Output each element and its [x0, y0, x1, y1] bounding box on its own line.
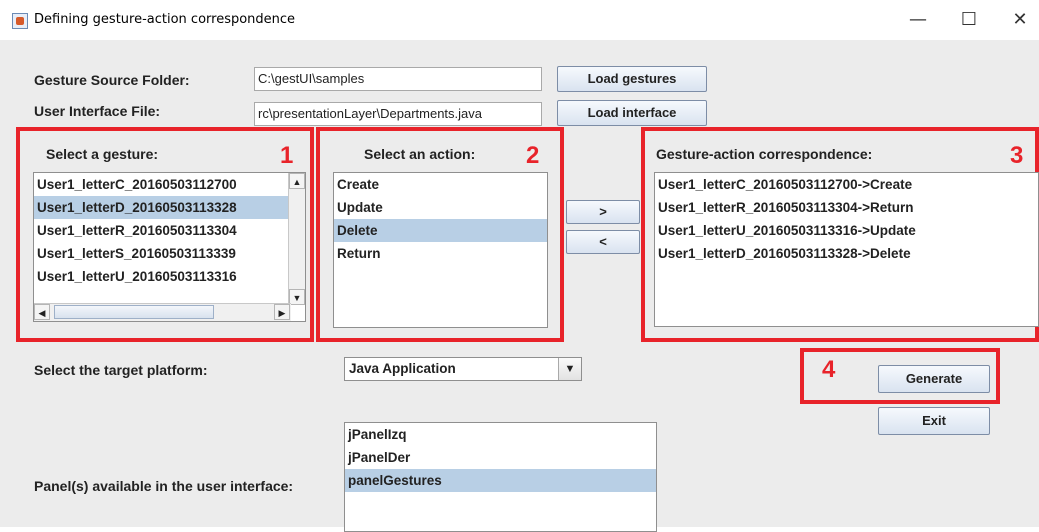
action-items: Create Update Delete Return — [334, 173, 547, 265]
callout-4: 4 — [822, 356, 836, 383]
gesture-list-item[interactable]: User1_letterC_20160503112700 — [34, 173, 290, 196]
action-list-item[interactable]: Update — [334, 196, 547, 219]
callout-3: 3 — [1010, 142, 1024, 169]
ui-file-field[interactable]: rc\presentationLayer\Departments.java — [254, 102, 542, 126]
action-list-title: Select an action: — [364, 146, 476, 162]
java-app-icon — [12, 13, 28, 29]
minimize-button[interactable]: — — [903, 6, 933, 34]
panel-list-item[interactable]: jPanelDer — [345, 446, 656, 469]
window-title: Defining gesture-action correspondence — [34, 12, 296, 27]
correspondence-list-item[interactable]: User1_letterC_20160503112700->Create — [655, 173, 1038, 196]
add-correspondence-button[interactable]: > — [566, 200, 640, 224]
panel-items: jPanelIzq jPanelDer panelGestures — [345, 423, 656, 492]
correspondence-list-item[interactable]: User1_letterU_20160503113316->Update — [655, 219, 1038, 242]
action-list-item[interactable]: Delete — [334, 219, 547, 242]
gesture-list-item[interactable]: User1_letterS_20160503113339 — [34, 242, 290, 265]
gesture-items: User1_letterC_20160503112700 User1_letter… — [34, 173, 305, 288]
callout-1: 1 — [280, 142, 294, 169]
panel-list-item[interactable]: panelGestures — [345, 469, 656, 492]
panels-list[interactable]: jPanelIzq jPanelDer panelGestures — [344, 422, 657, 532]
target-platform-value: Java Application — [349, 361, 456, 376]
callout-2: 2 — [526, 142, 540, 169]
correspondence-list-title: Gesture-action correspondence: — [656, 146, 873, 162]
correspondence-items: User1_letterC_20160503112700->Create User… — [655, 173, 1038, 265]
correspondence-list-item[interactable]: User1_letterD_20160503113328->Delete — [655, 242, 1038, 265]
gesture-list[interactable]: User1_letterC_20160503112700 User1_letter… — [33, 172, 306, 322]
gesture-horizontal-scrollbar[interactable]: ◀ ▶ — [34, 303, 291, 321]
load-gestures-button[interactable]: Load gestures — [557, 66, 707, 92]
target-platform-select[interactable]: Java Application ▼ — [344, 357, 582, 381]
load-interface-button[interactable]: Load interface — [557, 100, 707, 126]
title-bar: Defining gesture-action correspondence —… — [0, 0, 1039, 40]
source-folder-label: Gesture Source Folder: — [34, 72, 190, 88]
generate-button[interactable]: Generate — [878, 365, 990, 393]
gesture-list-item[interactable]: User1_letterD_20160503113328 — [34, 196, 290, 219]
maximize-button[interactable]: ☐ — [954, 6, 984, 34]
gesture-list-title: Select a gesture: — [46, 146, 159, 162]
ui-file-label: User Interface File: — [34, 103, 161, 119]
horizontal-scroll-thumb[interactable] — [54, 305, 214, 319]
action-list[interactable]: Create Update Delete Return — [333, 172, 548, 328]
correspondence-list-item[interactable]: User1_letterR_20160503113304->Return — [655, 196, 1038, 219]
source-folder-field[interactable]: C:\gestUI\samples — [254, 67, 542, 91]
gesture-list-item[interactable]: User1_letterU_20160503113316 — [34, 265, 290, 288]
scroll-left-icon[interactable]: ◀ — [34, 304, 50, 320]
action-list-item[interactable]: Create — [334, 173, 547, 196]
remove-correspondence-button[interactable]: < — [566, 230, 640, 254]
scroll-up-icon[interactable]: ▲ — [289, 173, 305, 189]
panels-label: Panel(s) available in the user interface… — [34, 478, 294, 494]
gesture-list-item[interactable]: User1_letterR_20160503113304 — [34, 219, 290, 242]
action-list-item[interactable]: Return — [334, 242, 547, 265]
dropdown-arrow-icon[interactable]: ▼ — [558, 358, 581, 380]
close-button[interactable]: ✕ — [1005, 6, 1035, 34]
scroll-right-icon[interactable]: ▶ — [274, 304, 290, 320]
scroll-down-icon[interactable]: ▼ — [289, 289, 305, 305]
target-platform-label: Select the target platform: — [34, 362, 208, 378]
gesture-vertical-scrollbar[interactable]: ▲ ▼ — [288, 173, 305, 305]
panel-list-item[interactable]: jPanelIzq — [345, 423, 656, 446]
exit-button[interactable]: Exit — [878, 407, 990, 435]
correspondence-list[interactable]: User1_letterC_20160503112700->Create User… — [654, 172, 1039, 327]
